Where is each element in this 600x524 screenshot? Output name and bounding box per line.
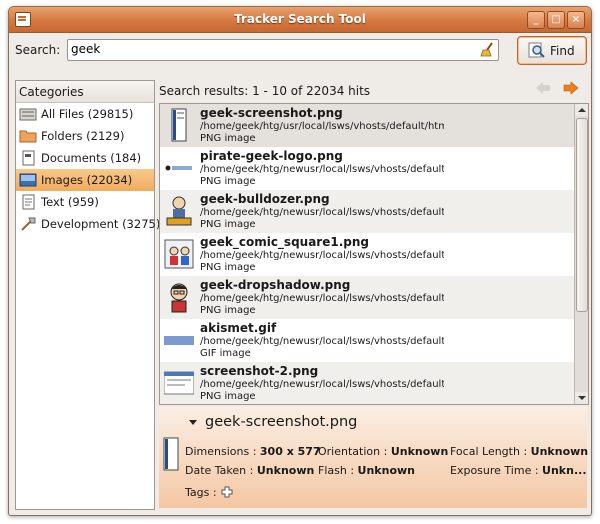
date-taken-field: Date Taken : Unknown (185, 464, 315, 477)
orientation-field: Orientation : Unknown (318, 445, 449, 458)
category-folders[interactable]: Folders (2129) (16, 125, 154, 147)
category-documents[interactable]: Documents (184) (16, 147, 154, 169)
previous-page-icon[interactable] (535, 81, 551, 95)
result-row[interactable]: screenshot-2.png /home/geek/htg/newusr/l… (160, 362, 574, 404)
exposure-time-field: Exposure Time : Unkn... (450, 464, 587, 477)
result-thumbnail (166, 196, 192, 226)
scroll-up-icon[interactable] (575, 104, 588, 116)
maximize-icon[interactable]: □ (547, 11, 565, 29)
close-icon[interactable]: × (567, 11, 585, 29)
category-text[interactable]: Text (959) (16, 191, 154, 213)
focal-length-field: Focal Length : Unknown (450, 445, 589, 458)
text-icon (22, 194, 35, 210)
search-input[interactable] (71, 42, 461, 56)
detail-thumbnail (163, 437, 179, 471)
collapse-caret-icon[interactable] (189, 420, 197, 425)
find-button[interactable]: Find (517, 36, 587, 65)
detail-panel: geek-screenshot.png Dimensions : 300 x 5… (159, 407, 589, 508)
window-title: Tracker Search Tool (234, 12, 366, 26)
category-all-files[interactable]: All Files (29815) (16, 103, 154, 125)
result-row[interactable]: geek-dropshadow.png /home/geek/htg/newus… (160, 276, 574, 319)
development-icon (21, 217, 36, 231)
results-count: Search results: 1 - 10 of 22034 hits (159, 84, 371, 98)
categories-panel: Categories All Files (29815) Folders (21… (15, 80, 160, 510)
search-label: Search: (15, 43, 61, 57)
categories-header[interactable]: Categories (16, 81, 154, 103)
document-icon (22, 150, 35, 166)
result-thumbnail (165, 165, 193, 171)
scroll-thumb[interactable] (576, 118, 588, 312)
result-row[interactable]: geek_comic_square1.png /home/geek/htg/ne… (160, 233, 574, 276)
result-thumbnail (164, 336, 194, 345)
all-files-icon (19, 108, 37, 121)
title-bar[interactable]: Tracker Search Tool _ □ × (9, 7, 591, 33)
find-magnifier-icon (528, 42, 545, 58)
folder-icon (19, 130, 37, 143)
next-page-icon[interactable] (563, 81, 579, 95)
flash-field: Flash : Unknown (318, 464, 415, 477)
result-thumbnail (170, 283, 188, 313)
result-row[interactable]: geek-screenshot.png /home/geek/htg/usr/l… (160, 104, 574, 147)
result-thumbnail (164, 371, 194, 395)
result-row[interactable]: pirate-geek-logo.png /home/geek/htg/newu… (160, 147, 574, 190)
results-scrollbar[interactable] (574, 104, 588, 404)
detail-title: geek-screenshot.png (205, 414, 358, 430)
result-row[interactable]: geek-bulldozer.png /home/geek/htg/newusr… (160, 190, 574, 233)
tracker-window: Tracker Search Tool _ □ × Search: Find C… (8, 6, 592, 516)
dimensions-field: Dimensions : 300 x 577 (185, 445, 321, 458)
results-list: geek-screenshot.png /home/geek/htg/usr/l… (159, 103, 589, 405)
search-field[interactable] (67, 39, 499, 61)
category-images[interactable]: Images (22034) (16, 169, 154, 191)
scroll-down-icon[interactable] (575, 392, 588, 404)
add-tag-icon[interactable] (221, 486, 233, 498)
category-development[interactable]: Development (3275) (16, 213, 160, 235)
minimize-icon[interactable]: _ (527, 11, 545, 29)
find-button-label: Find (550, 44, 575, 58)
tags-label: Tags : (185, 486, 217, 499)
result-thumbnail (171, 108, 187, 142)
image-icon (19, 173, 37, 187)
result-thumbnail (164, 239, 194, 269)
clear-broom-icon[interactable] (480, 42, 494, 57)
result-row[interactable]: akismet.gif /home/geek/htg/newusr/local/… (160, 319, 574, 362)
